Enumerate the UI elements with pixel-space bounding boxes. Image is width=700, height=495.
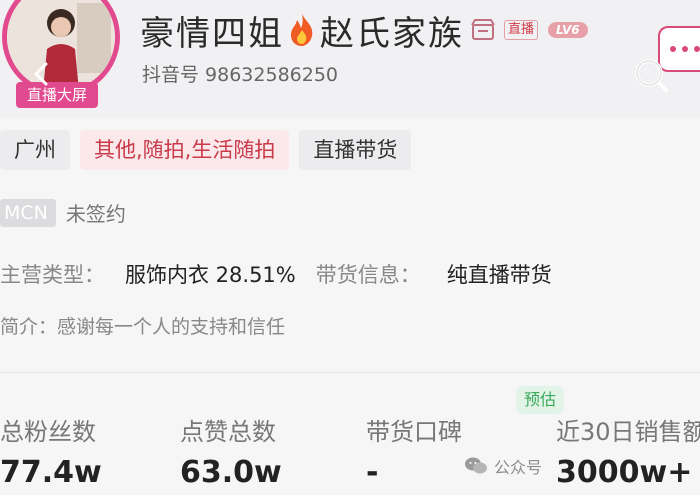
stat-likes[interactable]: 点赞总数 63.0w bbox=[180, 412, 282, 490]
stat-value: - bbox=[366, 455, 379, 490]
tag-list: 广州 其他,随拍,生活随拍 直播带货 bbox=[0, 130, 412, 170]
avatar[interactable] bbox=[7, 0, 115, 91]
stat-value: 63.0w bbox=[180, 455, 282, 490]
stat-label: 点赞总数 bbox=[180, 418, 276, 446]
wechat-icon bbox=[465, 457, 487, 474]
intro-text: 简介：感谢每一个人的支持和信任 bbox=[0, 316, 286, 338]
estimate-badge: 预估 bbox=[516, 386, 564, 414]
avatar-image bbox=[7, 0, 115, 91]
stat-label: 总粉丝数 bbox=[0, 418, 96, 446]
douyin-id: 抖音号 98632586250 bbox=[142, 64, 339, 86]
main-category-label: 主营类型： bbox=[0, 263, 105, 287]
stat-followers[interactable]: 总粉丝数 77.4w bbox=[0, 412, 102, 490]
fire-icon bbox=[291, 14, 313, 46]
stat-label: 带货口碑 bbox=[366, 418, 462, 446]
tag-location[interactable]: 广州 bbox=[0, 130, 70, 170]
tag-category[interactable]: 其他,随拍,生活随拍 bbox=[80, 130, 290, 170]
sales-info-label: 带货信息： bbox=[315, 263, 421, 287]
tag-sales-type[interactable]: 直播带货 bbox=[299, 130, 412, 170]
profile-header: 直播大屏 豪情四姐 赵氏家族 直播 LV6 抖音号 98632586250 bbox=[0, 0, 700, 118]
live-badge: 直播 bbox=[504, 20, 539, 40]
store-icon[interactable] bbox=[470, 17, 496, 43]
account-name-part1: 豪情四姐 bbox=[140, 13, 284, 54]
main-category-value: 服饰内衣 28.51% bbox=[125, 263, 296, 287]
search-icon[interactable] bbox=[632, 56, 670, 94]
category-info-row: 主营类型： 服饰内衣 28.51% 带货信息： 纯直播带货 bbox=[0, 256, 552, 292]
divider bbox=[0, 372, 700, 373]
watermark-text: 公众号 bbox=[494, 458, 543, 477]
sales-info-value: 纯直播带货 bbox=[446, 263, 552, 287]
stat-value: 3000w+ bbox=[556, 455, 693, 490]
stat-reputation[interactable]: 带货口碑 - bbox=[366, 412, 462, 490]
mcn-status: 未签约 bbox=[65, 202, 126, 226]
account-name-part2: 赵氏家族 bbox=[320, 13, 464, 54]
stat-sales-30d[interactable]: 近30日销售额 3000w+ bbox=[556, 412, 700, 490]
back-arrow-icon[interactable] bbox=[26, 58, 58, 90]
mcn-row: MCN 未签约 bbox=[0, 198, 126, 227]
stat-label: 近30日销售额 bbox=[556, 418, 700, 446]
level-badge: LV6 bbox=[548, 22, 588, 38]
mcn-chip: MCN bbox=[0, 198, 56, 227]
stat-value: 77.4w bbox=[0, 455, 102, 490]
account-title: 豪情四姐 赵氏家族 直播 LV6 bbox=[140, 8, 588, 54]
watermark: 公众号 bbox=[464, 454, 542, 478]
